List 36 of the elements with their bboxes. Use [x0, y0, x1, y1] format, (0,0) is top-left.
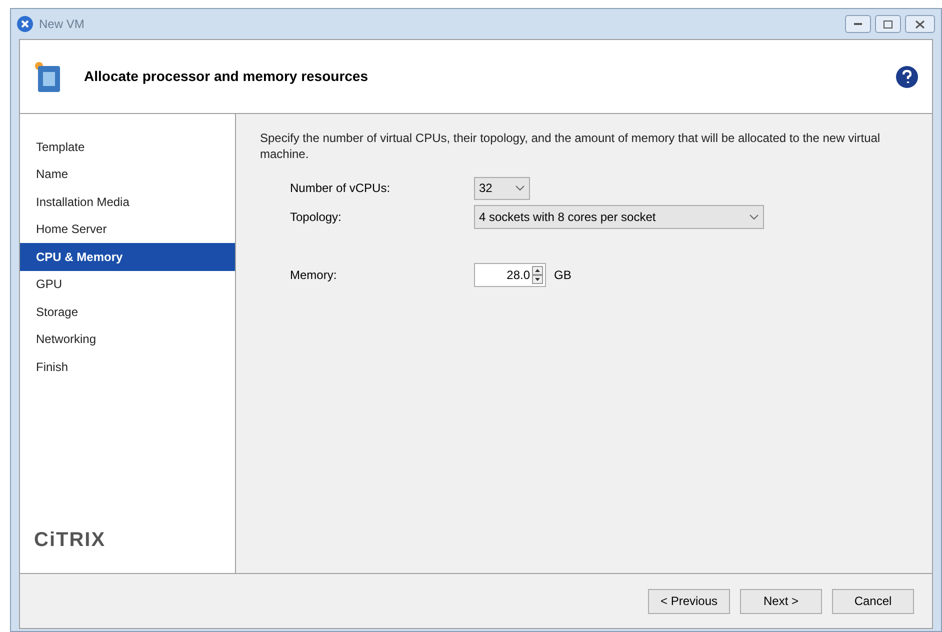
- close-icon: [915, 20, 925, 28]
- page-heading: Allocate processor and memory resources: [84, 67, 368, 86]
- wizard-button[interactable]: Next >: [740, 588, 822, 614]
- field-label: Topology:: [290, 209, 342, 226]
- caret-icon: [515, 185, 525, 191]
- sidebar-item[interactable]: Networking: [20, 326, 235, 353]
- memory-spinner[interactable]: 28.0: [474, 263, 546, 287]
- spin-up-icon[interactable]: [532, 266, 543, 275]
- close-circle-icon: [17, 16, 33, 32]
- vm-wizard-icon: [34, 60, 62, 94]
- field-label: Number of vCPUs:: [290, 180, 392, 197]
- unit-label: GB: [554, 267, 572, 284]
- maximize-button[interactable]: [875, 15, 901, 33]
- sidebar-item[interactable]: GPU: [20, 270, 235, 298]
- help-icon[interactable]: [896, 66, 918, 88]
- minimize-button[interactable]: [845, 15, 871, 33]
- sidebar-item[interactable]: Installation Media: [20, 188, 235, 216]
- sidebar-item[interactable]: Finish: [20, 353, 235, 380]
- sidebar-item[interactable]: Storage: [20, 298, 235, 326]
- logo: CiTRIX: [34, 528, 107, 553]
- description-text: Specify the number of virtual CPUs, their topology, and the amount of memory that will be allocated to the new virtual machine.: [260, 130, 882, 162]
- caret-icon: [749, 214, 759, 220]
- close-button[interactable]: [905, 15, 935, 33]
- topology-dropdown[interactable]: 4 sockets with 8 cores per socket: [474, 205, 764, 229]
- minimize-icon: [853, 22, 863, 26]
- window-title: New VM: [39, 16, 84, 33]
- field-label: Memory:: [290, 267, 338, 284]
- sidebar-item[interactable]: CPU & Memory: [20, 243, 235, 270]
- vcpu-dropdown[interactable]: 32: [474, 176, 530, 200]
- wizard-button[interactable]: Cancel: [832, 588, 914, 614]
- sidebar-item[interactable]: Home Server: [20, 216, 235, 243]
- wizard-button[interactable]: < Previous: [648, 588, 730, 614]
- maximize-icon: [883, 20, 893, 28]
- sidebar-item[interactable]: Name: [20, 160, 235, 188]
- sidebar-item[interactable]: Template: [20, 133, 235, 160]
- spin-down-icon[interactable]: [532, 275, 543, 284]
